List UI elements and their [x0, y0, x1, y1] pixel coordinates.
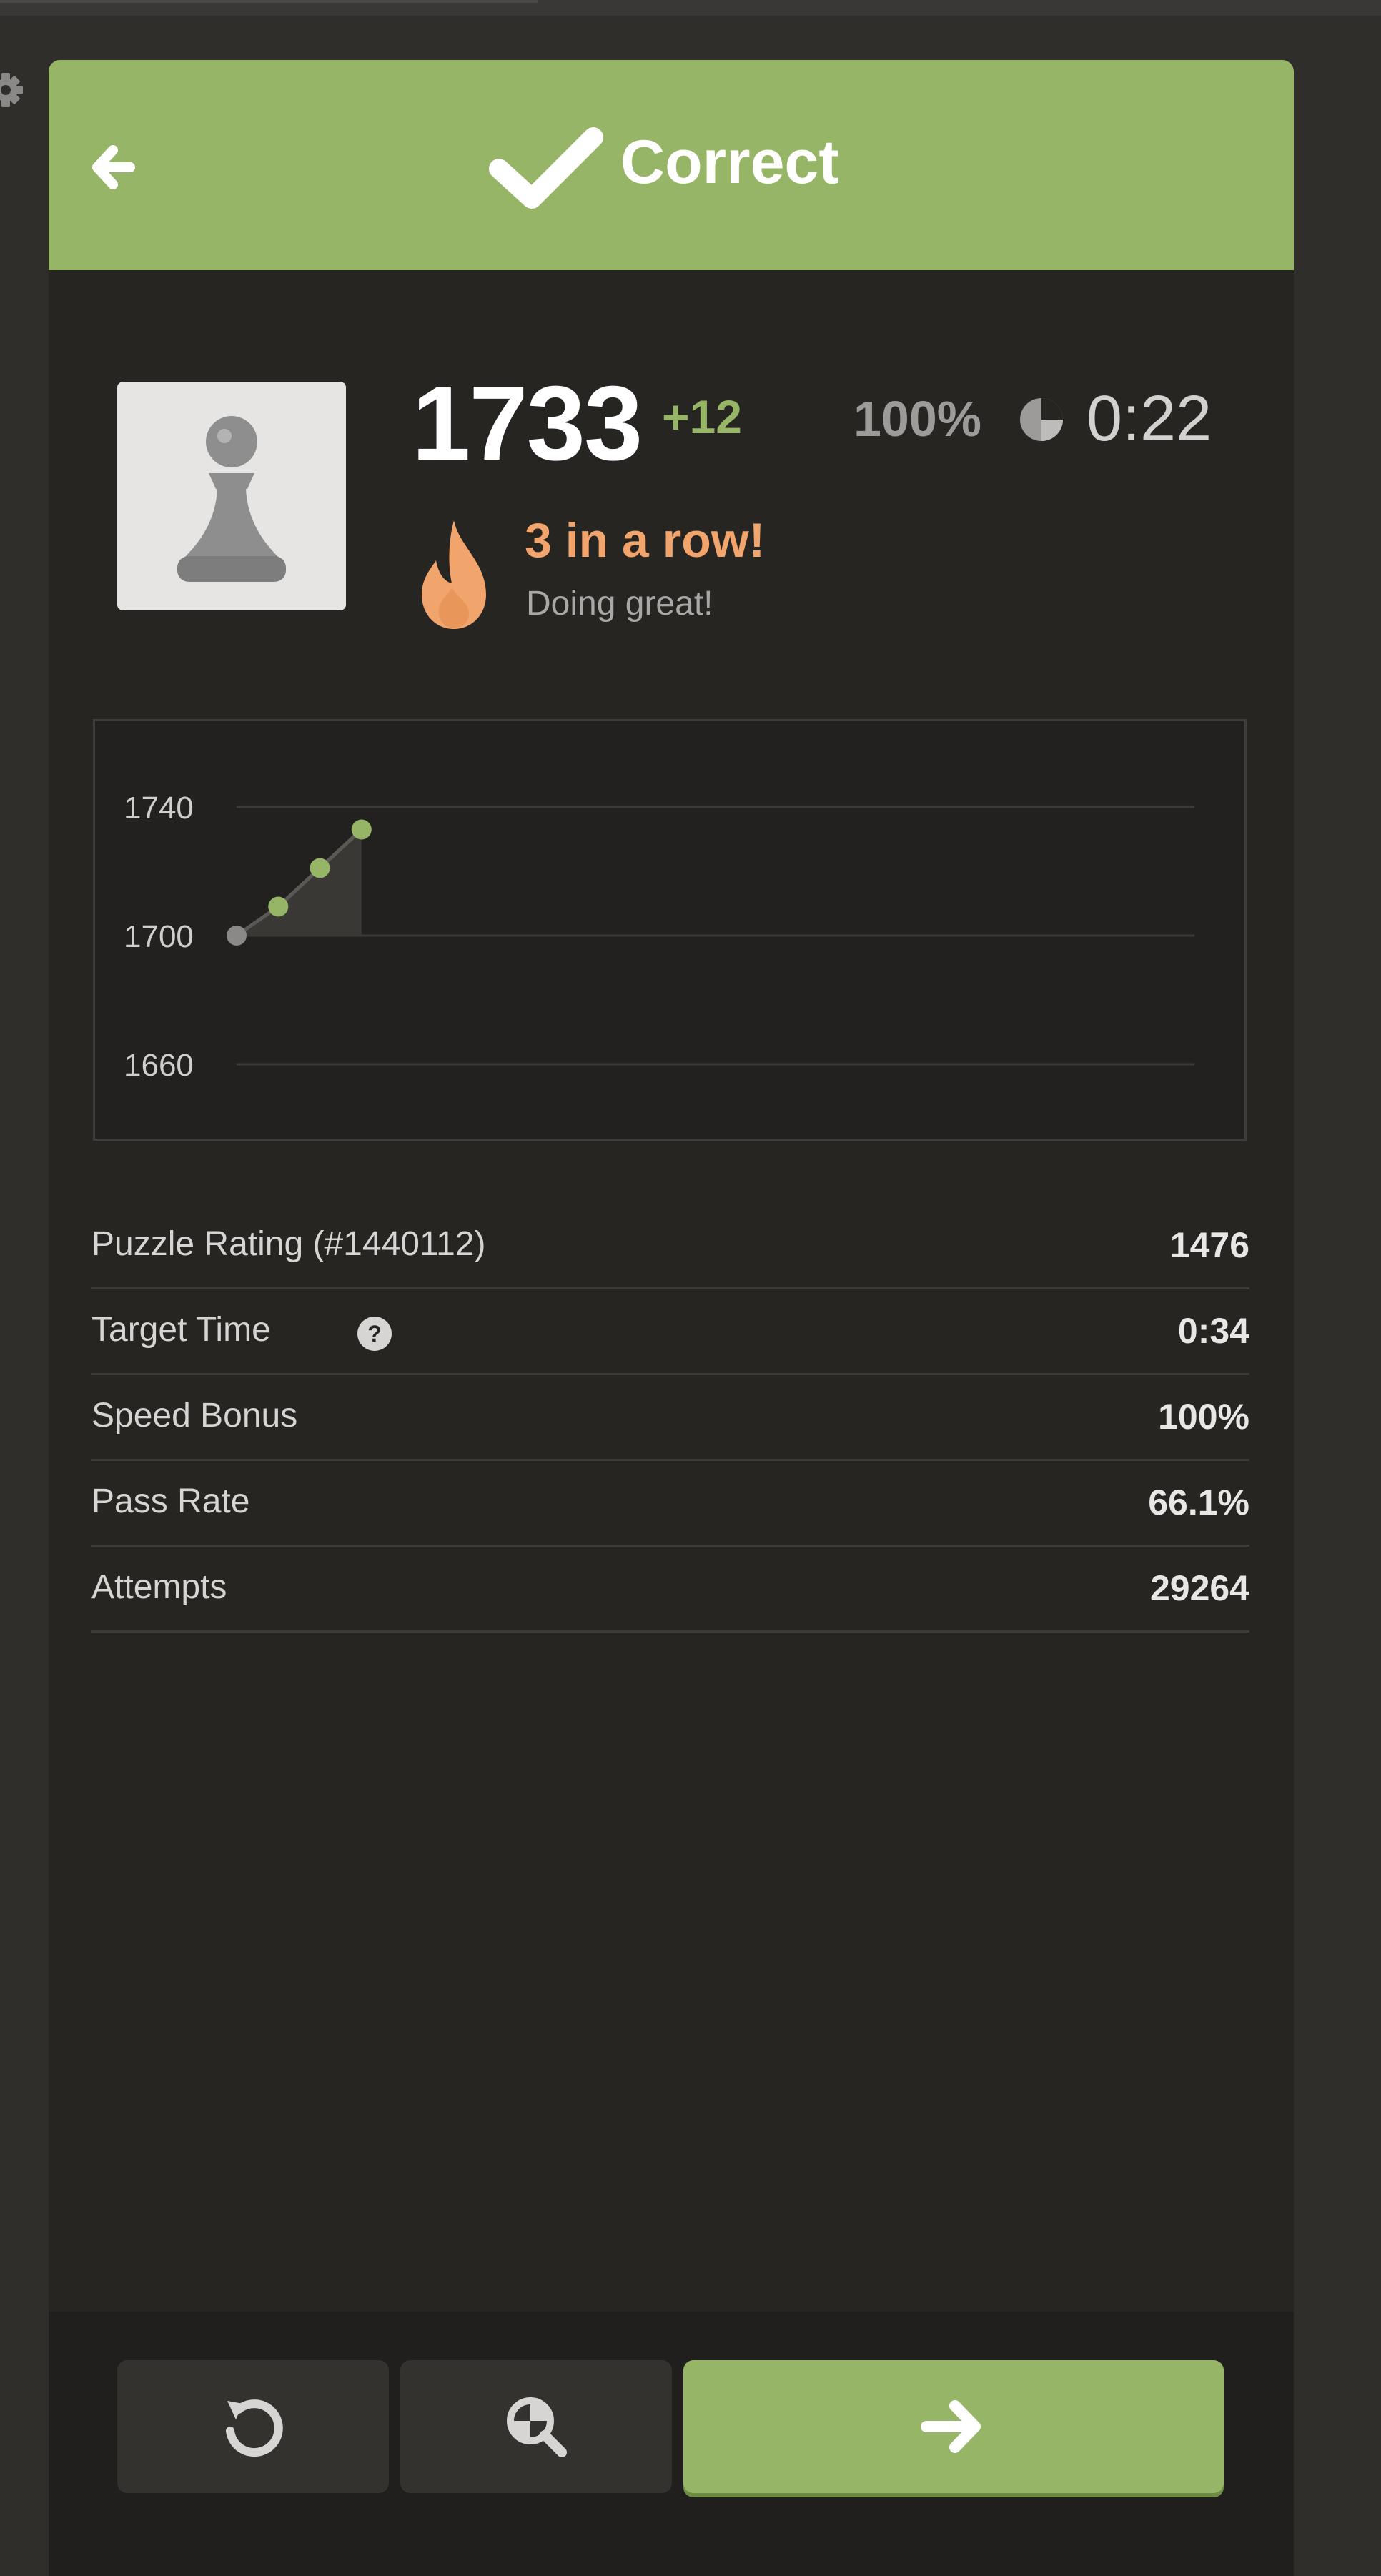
rating-point — [310, 858, 330, 878]
puzzle-stats: Puzzle Rating (#1440112) 1476 Target Tim… — [91, 1204, 1249, 1633]
checkmark-icon — [485, 124, 606, 214]
stat-value: 66.1% — [1148, 1482, 1249, 1522]
rating-point — [227, 926, 247, 946]
y-tick-label: 1740 — [124, 791, 194, 826]
stat-row-pass-rate: Pass Rate 66.1% — [91, 1461, 1249, 1547]
stat-label: Speed Bonus — [91, 1397, 298, 1435]
result-header: Correct — [49, 60, 1294, 270]
arrow-left-icon — [92, 145, 135, 189]
analyze-magnifier-icon — [507, 2397, 567, 2457]
analyze-button[interactable] — [400, 2360, 672, 2493]
stat-value: 0:34 — [1177, 1311, 1249, 1351]
stat-label: Attempts — [91, 1568, 227, 1606]
solve-time: 0:22 — [1087, 383, 1212, 455]
svg-text:?: ? — [367, 1321, 382, 1347]
stat-row-puzzle-rating: Puzzle Rating (#1440112) 1476 — [91, 1204, 1249, 1289]
y-tick-label: 1700 — [124, 919, 194, 954]
clock-icon — [1016, 395, 1066, 448]
stat-label: Target Time — [91, 1311, 271, 1349]
streak-title: 3 in a row! — [525, 513, 766, 568]
stat-value: 100% — [1158, 1397, 1249, 1437]
stat-row-speed-bonus: Speed Bonus 100% — [91, 1375, 1249, 1461]
avatar — [117, 382, 346, 610]
y-tick-label: 1660 — [124, 1048, 194, 1083]
puzzle-controls — [49, 2312, 1294, 2576]
rating-chart-svg: 1740 1700 1660 — [124, 791, 1194, 1083]
rating-point — [268, 896, 289, 917]
retry-button[interactable] — [117, 2360, 389, 2493]
flame-icon — [415, 517, 493, 635]
rating-point — [351, 819, 372, 840]
rating-change: +12 — [662, 390, 742, 443]
player-rating: 1733 — [412, 365, 643, 482]
accuracy-percent: 100% — [853, 391, 982, 447]
top-progress-line — [0, 0, 538, 3]
stat-label: Pass Rate — [91, 1482, 250, 1520]
gear-icon[interactable] — [0, 69, 27, 115]
arrow-right-icon — [921, 2400, 981, 2453]
stat-row-attempts: Attempts 29264 — [91, 1547, 1249, 1633]
stat-value: 29264 — [1149, 1568, 1249, 1608]
next-puzzle-button[interactable] — [683, 2360, 1224, 2493]
result-title: Correct — [620, 128, 839, 197]
stat-label: Puzzle Rating (#1440112) — [91, 1225, 486, 1263]
question-circle-icon[interactable]: ? — [356, 1315, 393, 1356]
stat-row-target-time: Target Time ? 0:34 — [91, 1289, 1249, 1375]
puzzle-result-panel: Correct 1733 +12 100% 0:22 3 in a row! D… — [49, 60, 1294, 2576]
retry-icon — [226, 2399, 283, 2457]
back-button[interactable] — [86, 139, 150, 196]
rating-chart: 1740 1700 1660 — [93, 719, 1247, 1141]
stat-value: 1476 — [1169, 1225, 1249, 1265]
streak-subtitle: Doing great! — [526, 585, 713, 623]
pawn-icon — [177, 416, 286, 582]
